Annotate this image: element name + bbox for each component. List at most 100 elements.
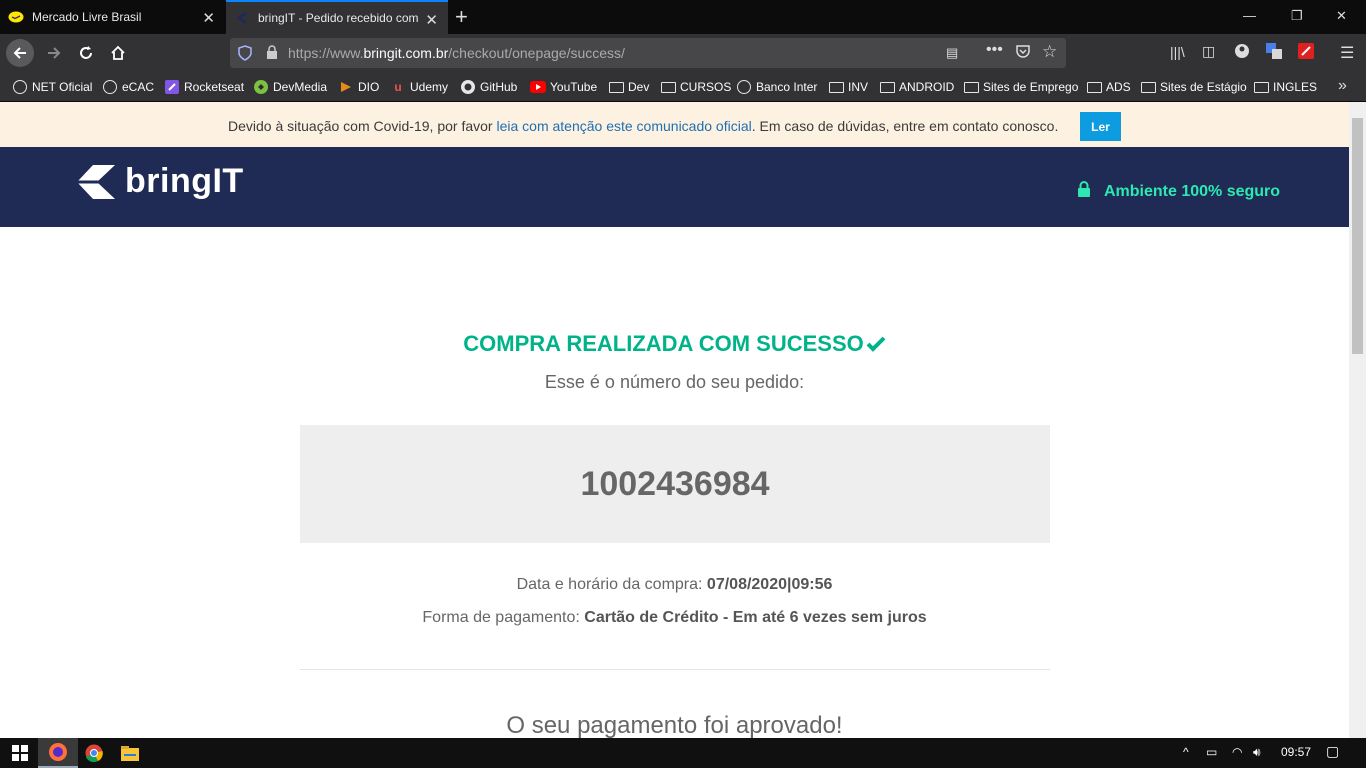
github-icon — [460, 80, 476, 94]
bookmark-banco-inter[interactable]: Banco Inter — [736, 80, 817, 94]
secure-environment-badge: Ambiente 100% seguro — [1078, 181, 1280, 202]
folder-icon — [1086, 80, 1102, 94]
folder-icon — [660, 80, 676, 94]
bookmark-folder-android[interactable]: ANDROID — [879, 80, 954, 94]
padlock-icon — [1078, 181, 1090, 202]
purchase-date-value: 07/08/2020|09:56 — [706, 576, 833, 593]
folder-icon — [879, 80, 895, 94]
lock-icon[interactable] — [266, 45, 278, 64]
navigation-bar: https://www.bringit.com.br/checkout/onep… — [0, 34, 1366, 72]
covid-notice-bar: Devido à situação com Covid-19, por favo… — [0, 102, 1349, 147]
reader-view-icon[interactable]: ▤ — [946, 45, 958, 61]
browser-tab-bar: Mercado Livre Brasil ✕ bringIT - Pedido … — [0, 0, 1366, 34]
order-number-box: 1002436984 — [300, 425, 1050, 543]
account-icon[interactable] — [1234, 43, 1250, 64]
reload-icon[interactable] — [72, 39, 100, 67]
purchase-date-line: Data e horário da compra: 07/08/2020|09:… — [516, 576, 833, 593]
sidebar-icon[interactable]: ◫ — [1202, 43, 1215, 60]
scrollbar-thumb[interactable] — [1352, 118, 1363, 354]
close-window-icon[interactable]: ✕ — [1336, 8, 1347, 24]
bookmark-dio[interactable]: DIO — [338, 80, 379, 94]
order-number-subtitle: Esse é o número do seu pedido: — [544, 372, 805, 392]
site-header: bringIT Ambiente 100% seguro — [0, 147, 1349, 227]
read-notice-button[interactable]: Ler — [1080, 112, 1121, 141]
notifications-icon[interactable]: ▢ — [1326, 743, 1339, 760]
payment-method-value: Cartão de Crédito - Em até 6 vezes sem j… — [584, 609, 927, 626]
bookmark-rocketseat[interactable]: Rocketseat — [164, 80, 244, 94]
dio-icon — [338, 80, 354, 94]
payment-approved-title: O seu pagamento foi aprovado! — [506, 712, 843, 738]
pocket-icon[interactable] — [1015, 44, 1031, 64]
show-hidden-icons-icon[interactable]: ^ — [1183, 745, 1189, 759]
bookmark-folder-inv[interactable]: INV — [828, 80, 868, 94]
bookmark-github[interactable]: GitHub — [460, 80, 517, 94]
back-icon[interactable] — [6, 39, 34, 67]
chrome-taskbar-icon[interactable] — [74, 738, 114, 768]
more-bookmarks-icon[interactable]: » — [1338, 77, 1347, 95]
windows-start-icon[interactable] — [0, 738, 40, 768]
minimize-icon[interactable]: — — [1243, 8, 1256, 23]
bookmark-folder-dev[interactable]: Dev — [608, 80, 649, 94]
folder-icon — [963, 80, 979, 94]
battery-icon[interactable]: ▭ — [1206, 745, 1217, 759]
bookmark-ecac[interactable]: eCAC — [102, 80, 154, 94]
close-tab-icon[interactable]: ✕ — [202, 9, 215, 27]
windows-taskbar: ^ ▭ ◠ 🔊︎ 09:57 ▢ — [0, 738, 1366, 768]
translate-extension-icon[interactable] — [1266, 43, 1282, 64]
bookmark-udemy[interactable]: u Udemy — [390, 80, 448, 94]
folder-icon — [1253, 80, 1269, 94]
payment-method-line: Forma de pagamento: Cartão de Crédito - … — [422, 609, 927, 626]
logo-text: bringIT — [125, 162, 244, 200]
bookmarks-bar: NET Oficial eCAC Rocketseat DevMedia DIO… — [0, 72, 1366, 102]
file-explorer-taskbar-icon[interactable] — [110, 738, 150, 768]
url-text[interactable]: https://www.bringit.com.br/checkout/onep… — [288, 45, 625, 61]
globe-icon — [736, 80, 752, 94]
notice-text: Devido à situação com Covid-19, por favo… — [228, 118, 1059, 134]
clock[interactable]: 09:57 — [1281, 745, 1311, 759]
bookmark-folder-ingles[interactable]: INGLES — [1253, 80, 1317, 94]
restore-icon[interactable]: ❐ — [1291, 8, 1303, 24]
forward-icon[interactable] — [40, 39, 68, 67]
library-icon[interactable]: |||\ — [1170, 44, 1185, 60]
mercado-livre-icon — [8, 9, 24, 25]
tab-mercado-livre[interactable]: Mercado Livre Brasil ✕ — [0, 0, 225, 34]
bookmark-folder-sites-emprego[interactable]: Sites de Emprego — [963, 80, 1078, 94]
firefox-taskbar-icon[interactable] — [38, 738, 78, 768]
success-title: COMPRA REALIZADA COM SUCESSO — [0, 331, 1349, 358]
bookmark-youtube[interactable]: YouTube — [530, 80, 597, 94]
home-icon[interactable] — [104, 39, 132, 67]
volume-icon[interactable]: 🔊︎ — [1253, 745, 1261, 760]
wifi-icon[interactable]: ◠ — [1232, 745, 1242, 759]
new-tab-icon[interactable]: + — [455, 4, 468, 30]
checkmark-icon — [866, 332, 886, 358]
bringit-logo[interactable]: bringIT — [75, 162, 244, 201]
udemy-icon: u — [394, 80, 402, 94]
tab-title: Mercado Livre Brasil — [32, 10, 142, 24]
menu-icon[interactable]: ☰ — [1340, 43, 1354, 63]
notice-link[interactable]: leia com atenção este comunicado oficial — [496, 118, 751, 134]
globe-icon — [102, 80, 118, 94]
page-content: Devido à situação com Covid-19, por favo… — [0, 102, 1349, 738]
secure-label: Ambiente 100% seguro — [1104, 182, 1281, 200]
folder-icon — [828, 80, 844, 94]
bookmark-net-oficial[interactable]: NET Oficial — [12, 80, 92, 94]
tab-title: bringIT - Pedido recebido com — [258, 11, 419, 25]
bringit-logo-icon — [77, 164, 115, 199]
url-bar[interactable]: https://www.bringit.com.br/checkout/onep… — [230, 38, 1066, 68]
bookmark-folder-ads[interactable]: ADS — [1086, 80, 1131, 94]
tracking-protection-icon[interactable] — [238, 45, 252, 66]
bookmark-devmedia[interactable]: DevMedia — [253, 80, 327, 94]
bookmark-star-icon[interactable]: ☆ — [1042, 42, 1057, 62]
divider — [300, 669, 1050, 670]
bookmark-folder-sites-estagio[interactable]: Sites de Estágio — [1140, 80, 1247, 94]
folder-icon — [608, 80, 624, 94]
close-tab-icon[interactable]: ✕ — [425, 11, 438, 29]
youtube-icon — [530, 80, 546, 94]
extension-icon[interactable] — [1298, 43, 1314, 64]
tab-bringit[interactable]: bringIT - Pedido recebido com ✕ — [226, 0, 448, 34]
page-scrollbar[interactable] — [1349, 102, 1366, 738]
page-actions-icon[interactable]: ••• — [986, 41, 1003, 59]
bringit-icon — [234, 10, 250, 26]
order-number: 1002436984 — [580, 464, 770, 503]
bookmark-folder-cursos[interactable]: CURSOS — [660, 80, 731, 94]
